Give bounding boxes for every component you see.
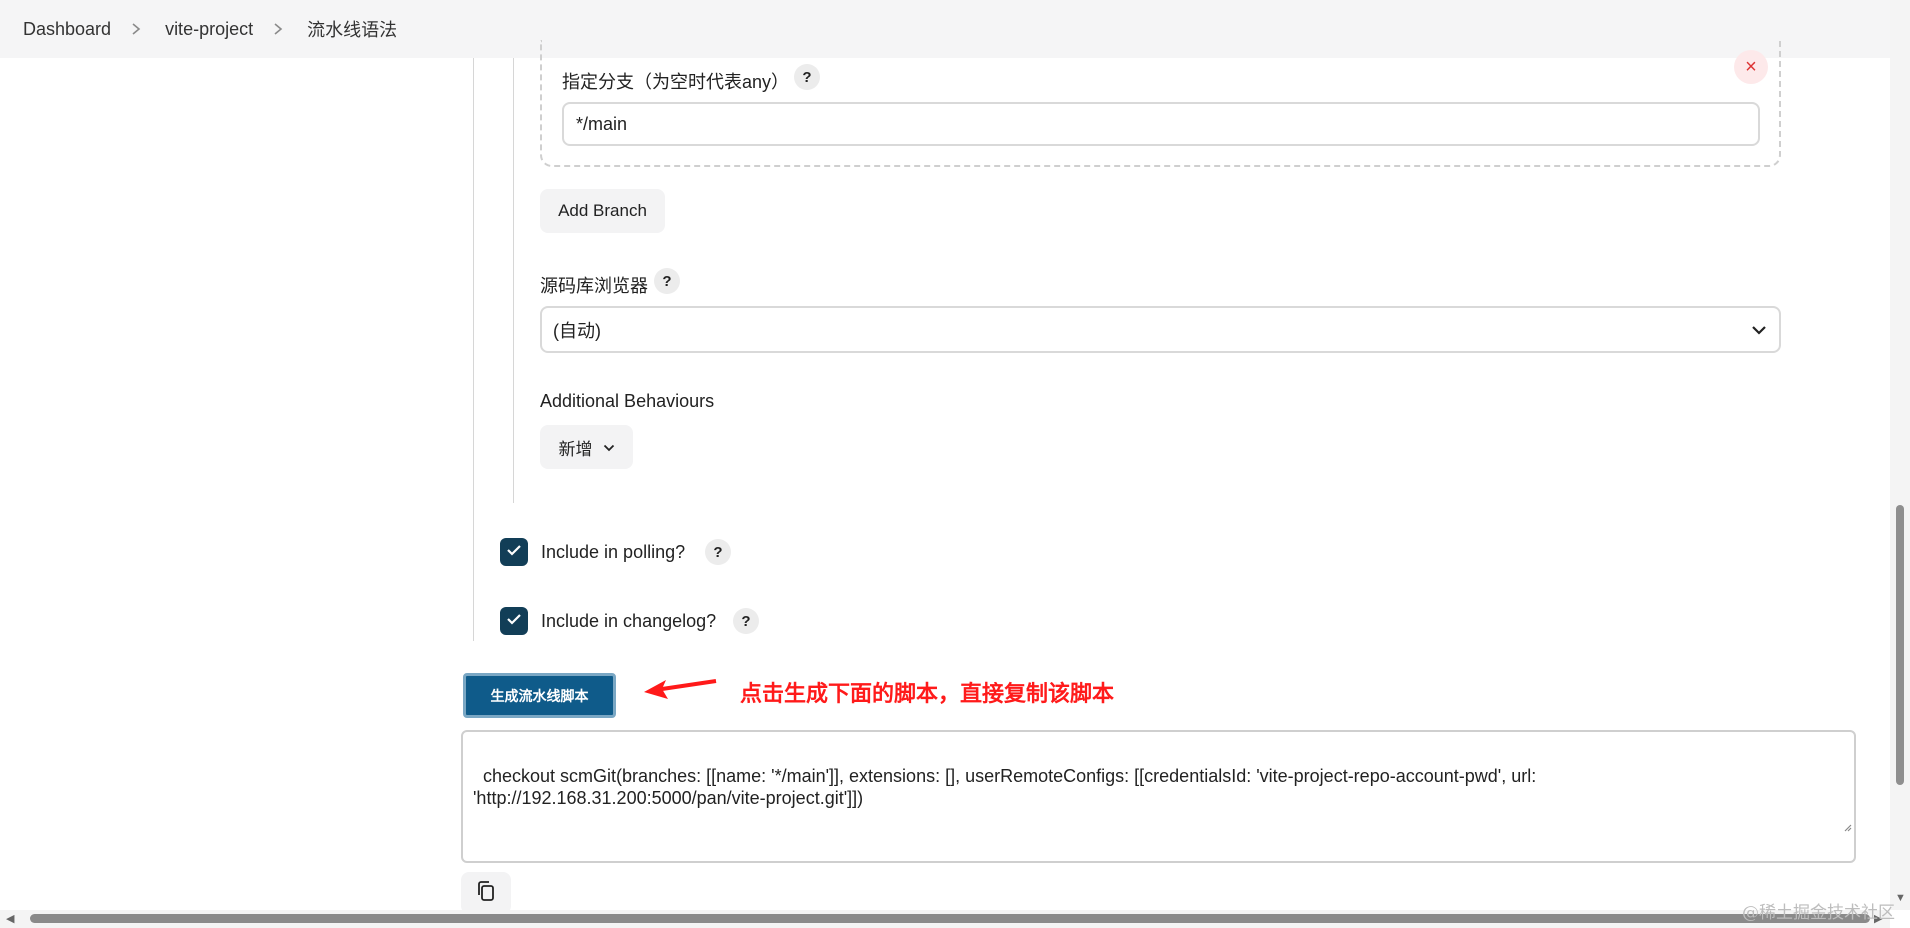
add-behaviour-button[interactable]: 新增 — [540, 425, 633, 469]
horizontal-scrollbar-thumb[interactable] — [30, 914, 1870, 923]
vertical-scrollbar-thumb[interactable] — [1896, 505, 1904, 785]
resize-handle-icon[interactable] — [1822, 793, 1852, 859]
help-icon[interactable]: ? — [733, 608, 759, 634]
help-icon[interactable]: ? — [794, 64, 820, 90]
watermark: @稀土掘金技术社区 — [1742, 903, 1895, 923]
annotation-text: 点击生成下面的脚本，直接复制该脚本 — [740, 681, 1115, 706]
copy-icon — [476, 880, 496, 907]
changelog-label: Include in changelog? — [541, 611, 717, 631]
branch-spec-label: 指定分支（为空时代表any） — [562, 72, 790, 92]
breadcrumb-pipeline-syntax[interactable]: 流水线语法 — [307, 16, 397, 42]
branch-spec-input[interactable] — [562, 102, 1760, 146]
chevron-right-icon — [273, 22, 283, 36]
close-icon[interactable]: × — [1734, 50, 1768, 84]
script-output[interactable]: checkout scmGit(branches: [[name: '*/mai… — [461, 730, 1856, 863]
breadcrumb-vite-project[interactable]: vite-project — [165, 19, 253, 40]
generate-script-button[interactable]: 生成流水线脚本 — [463, 673, 616, 718]
checkmark-icon — [506, 543, 522, 561]
arrow-left-icon — [640, 672, 720, 707]
script-output-text: checkout scmGit(branches: [[name: '*/mai… — [473, 766, 1537, 808]
additional-behaviours-label: Additional Behaviours — [540, 391, 715, 411]
polling-checkbox[interactable] — [500, 538, 528, 566]
help-icon[interactable]: ? — [654, 268, 680, 294]
chevron-down-icon — [603, 437, 615, 457]
scroll-left-arrow-icon[interactable]: ◀ — [6, 912, 14, 925]
scroll-down-arrow-icon[interactable]: ▼ — [1895, 892, 1906, 904]
section-rail — [473, 58, 474, 641]
add-branch-label: Add Branch — [558, 201, 647, 220]
help-icon[interactable]: ? — [705, 539, 731, 565]
section-inner-rail — [513, 58, 514, 503]
changelog-checkbox[interactable] — [500, 607, 528, 635]
breadcrumb-dashboard[interactable]: Dashboard — [23, 19, 111, 40]
generate-script-label: 生成流水线脚本 — [490, 687, 589, 704]
repo-browser-selected: (自动) — [553, 320, 601, 341]
add-behaviour-label: 新增 — [558, 439, 593, 459]
repo-browser-select[interactable]: (自动) — [540, 306, 1781, 353]
polling-label: Include in polling? — [541, 542, 686, 562]
repo-browser-label: 源码库浏览器 — [540, 276, 648, 296]
add-branch-button[interactable]: Add Branch — [540, 189, 665, 233]
checkmark-icon — [506, 612, 522, 630]
chevron-down-icon — [1751, 319, 1767, 340]
chevron-right-icon — [131, 22, 141, 36]
copy-button[interactable] — [461, 872, 511, 914]
